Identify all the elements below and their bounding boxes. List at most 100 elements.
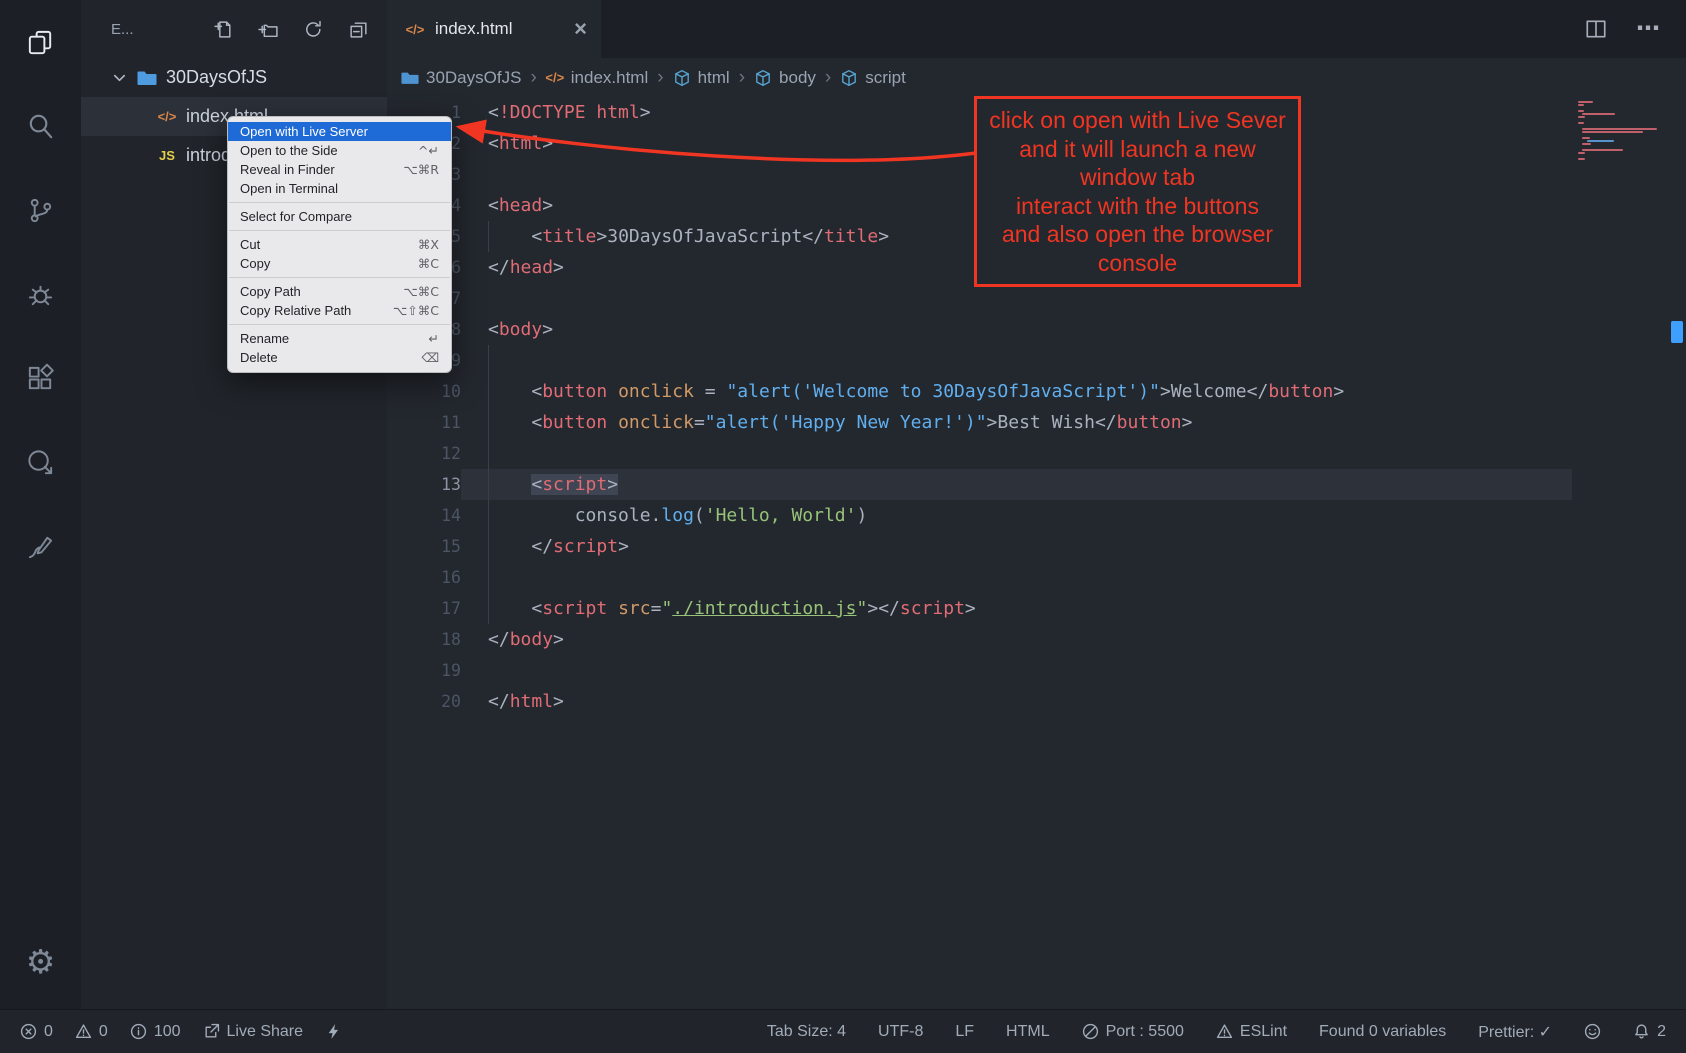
code-line-15[interactable]: 15 </script>: [387, 531, 1572, 562]
code-line-10[interactable]: 10 <button onclick = "alert('Welcome to …: [387, 376, 1572, 407]
run-debug-icon: [25, 279, 56, 310]
activity-settings-button[interactable]: ⚙: [0, 919, 81, 1003]
menu-item-label: Select for Compare: [240, 209, 352, 224]
breadcrumb-separator: ›: [530, 67, 536, 89]
menu-item-label: Delete: [240, 350, 278, 365]
status-warnings[interactable]: 0: [75, 1023, 108, 1041]
code-line-16[interactable]: 16: [387, 562, 1572, 593]
menu-item-reveal-in-finder[interactable]: Reveal in Finder⌥⌘R: [228, 160, 451, 179]
status-encoding[interactable]: UTF-8: [878, 1023, 923, 1041]
sidebar-header: E...: [81, 0, 387, 58]
menu-item-copy-relative-path[interactable]: Copy Relative Path⌥⇧⌘C: [228, 301, 451, 320]
collapse-all-icon[interactable]: [348, 19, 369, 40]
status-left: 0 0 100 Live Share: [20, 1023, 342, 1041]
code-line-9[interactable]: 9: [387, 345, 1572, 376]
menu-item-label: Open with Live Server: [240, 124, 368, 139]
activity-extensions-button[interactable]: [0, 336, 81, 420]
code-line-17[interactable]: 17 <script src="./introduction.js"></scr…: [387, 593, 1572, 624]
menu-separator: [229, 202, 450, 203]
activity-source-control-button[interactable]: [0, 168, 81, 252]
breadcrumb-index-html[interactable]: </>index.html: [546, 68, 648, 88]
more-actions-icon[interactable]: ⋯: [1636, 17, 1660, 41]
status-tab-size[interactable]: Tab Size: 4: [767, 1023, 846, 1041]
status-label: 2: [1657, 1023, 1666, 1041]
code-line-13[interactable]: 13 <script>: [387, 469, 1572, 500]
status-label: UTF-8: [878, 1023, 923, 1041]
status-eol[interactable]: LF: [955, 1023, 974, 1041]
minimap-line: [1582, 113, 1615, 115]
breadcrumb-body[interactable]: body: [754, 68, 816, 88]
menu-item-select-for-compare[interactable]: Select for Compare: [228, 207, 451, 226]
menu-item-copy-path[interactable]: Copy Path ⌥⌘C: [228, 282, 451, 301]
minimap[interactable]: [1578, 101, 1670, 160]
symbol-cube-icon: [840, 69, 858, 87]
breadcrumb-script[interactable]: script: [840, 68, 906, 88]
annotation-line: interact with the buttons: [979, 192, 1296, 221]
status-language-mode[interactable]: HTML: [1006, 1023, 1050, 1041]
status-prettier[interactable]: Prettier: ✓: [1478, 1022, 1552, 1042]
breadcrumb-label: html: [698, 68, 730, 88]
tree-folder-30daysofjs[interactable]: 30DaysOfJS: [81, 58, 387, 97]
new-file-icon[interactable]: [213, 19, 234, 40]
code-line-12[interactable]: 12: [387, 438, 1572, 469]
tab-index-html[interactable]: </> index.html ×: [387, 0, 601, 58]
menu-item-label: Open to the Side: [240, 143, 338, 158]
error-icon: [20, 1023, 37, 1040]
code-line-7[interactable]: 7: [387, 283, 1572, 314]
close-tab-icon[interactable]: ×: [574, 18, 587, 40]
activity-live-share-button[interactable]: [0, 420, 81, 504]
status-notifications[interactable]: 2: [1633, 1023, 1666, 1041]
line-text: <button onclick="alert('Happy New Year!'…: [461, 407, 1572, 438]
activity-search-button[interactable]: [0, 84, 81, 168]
annotation-line: and also open the browser: [979, 220, 1296, 249]
status-label: LF: [955, 1023, 974, 1041]
menu-item-rename[interactable]: Rename↵: [228, 329, 451, 348]
minimap-line: [1582, 137, 1590, 139]
menu-item-copy[interactable]: Copy⌘C: [228, 254, 451, 273]
status-errors[interactable]: 0: [20, 1023, 53, 1041]
status-label: Tab Size: 4: [767, 1023, 846, 1041]
menu-item-delete[interactable]: Delete⌫: [228, 348, 451, 367]
menu-item-open-to-the-side[interactable]: Open to the Side^↵: [228, 141, 451, 160]
activity-explorer-button[interactable]: [0, 0, 81, 84]
menu-separator: [229, 230, 450, 231]
share-icon: [203, 1023, 220, 1040]
activity-feedback-button[interactable]: [0, 504, 81, 588]
status-info-count[interactable]: 100: [130, 1023, 181, 1041]
status-feedback-smiley[interactable]: [1584, 1023, 1601, 1040]
code-line-11[interactable]: 11 <button onclick="alert('Happy New Yea…: [387, 407, 1572, 438]
menu-item-cut[interactable]: Cut⌘X: [228, 235, 451, 254]
status-label: Prettier: ✓: [1478, 1022, 1552, 1042]
refresh-icon[interactable]: [303, 19, 324, 40]
status-variables[interactable]: Found 0 variables: [1319, 1023, 1446, 1041]
menu-item-label: Copy Relative Path: [240, 303, 351, 318]
menu-item-shortcut: ⌥⌘C: [403, 284, 439, 299]
code-line-18[interactable]: 18</body>: [387, 624, 1572, 655]
status-live-server-bolt[interactable]: [325, 1023, 342, 1040]
menu-item-open-with-live-server[interactable]: Open with Live Server: [228, 122, 451, 141]
code-line-20[interactable]: 20</html>: [387, 686, 1572, 717]
breadcrumb-html[interactable]: html: [673, 68, 730, 88]
code-line-8[interactable]: 8<body>: [387, 314, 1572, 345]
status-live-share[interactable]: Live Share: [203, 1023, 304, 1041]
breadcrumb-30daysofjs[interactable]: 30DaysOfJS: [401, 68, 521, 88]
folder-name: 30DaysOfJS: [166, 67, 267, 88]
minimap-line: [1578, 101, 1593, 103]
split-editor-icon[interactable]: [1584, 17, 1608, 41]
menu-item-open-in-terminal[interactable]: Open in Terminal: [228, 179, 451, 198]
status-eslint[interactable]: ESLint: [1216, 1023, 1287, 1041]
new-folder-icon[interactable]: [258, 19, 279, 40]
status-port[interactable]: Port : 5500: [1082, 1023, 1184, 1041]
minimap-line: [1578, 158, 1585, 160]
activity-run-debug-button[interactable]: [0, 252, 81, 336]
line-number: 20: [387, 686, 461, 717]
status-label: 0: [99, 1023, 108, 1041]
warning-icon: [75, 1023, 92, 1040]
code-line-14[interactable]: 14 console.log('Hello, World'): [387, 500, 1572, 531]
line-number: 17: [387, 593, 461, 624]
line-number: 12: [387, 438, 461, 469]
breadcrumb-separator: ›: [657, 67, 663, 89]
code-line-19[interactable]: 19: [387, 655, 1572, 686]
menu-item-label: Copy Path: [240, 284, 301, 299]
sidebar-title: E...: [111, 21, 134, 38]
